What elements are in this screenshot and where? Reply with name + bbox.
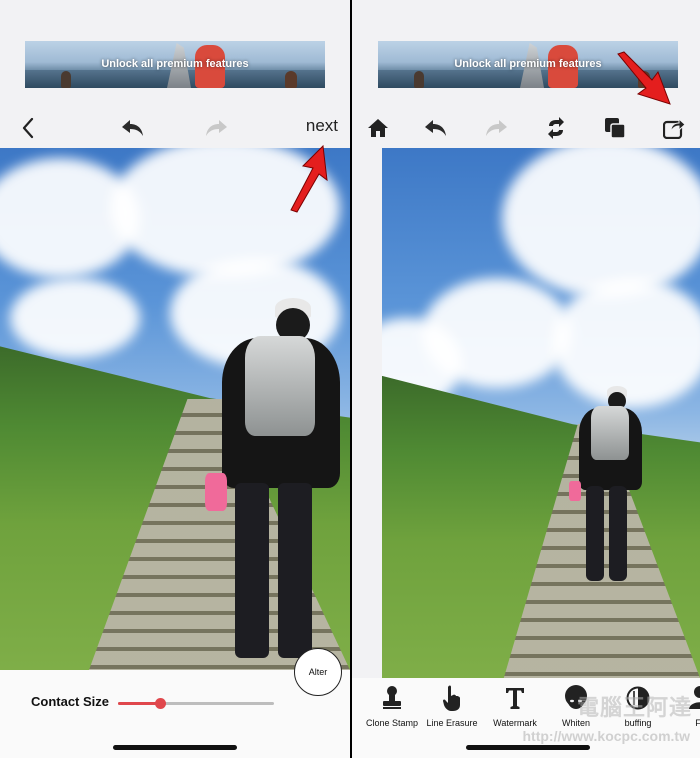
- photo-canvas[interactable]: [382, 148, 700, 678]
- photo-cloud: [10, 278, 140, 358]
- tool-line-erasure[interactable]: Line Erasure: [420, 684, 484, 728]
- back-button[interactable]: [10, 108, 46, 148]
- home-indicator: [466, 745, 590, 750]
- text-t-icon: [506, 688, 524, 709]
- redo-button[interactable]: [478, 108, 514, 148]
- watermark-url: http://www.kocpc.com.tw: [522, 728, 691, 744]
- premium-banner[interactable]: Unlock all premium features: [25, 41, 325, 88]
- banner-figure: [61, 71, 71, 88]
- undo-arrow-icon: [425, 120, 446, 136]
- layers-icon: [605, 118, 626, 139]
- photo-hiker: [567, 386, 647, 586]
- redo-button[interactable]: [198, 108, 234, 148]
- layers-button[interactable]: [597, 108, 633, 148]
- slider-knob[interactable]: [155, 698, 167, 709]
- banner-text: Unlock all premium features: [101, 58, 249, 70]
- chevron-left-icon: [22, 117, 34, 139]
- photo-hiker: [200, 298, 350, 668]
- annotation-arrow-icon: [290, 144, 328, 213]
- redo-arrow-icon: [486, 120, 507, 136]
- slider-fill: [118, 702, 161, 705]
- editor-toolbar: [352, 108, 700, 148]
- banner-figure: [285, 71, 297, 88]
- right-screen: Unlock all premium features Clone Stamp …: [352, 0, 700, 758]
- undo-button[interactable]: [115, 108, 151, 148]
- tool-clone-stamp[interactable]: Clone Stamp: [360, 684, 424, 728]
- tool-label: Line Erasure: [426, 718, 478, 728]
- share-icon: [663, 117, 685, 139]
- undo-arrow-icon: [122, 120, 143, 136]
- editor-toolbar: next: [0, 108, 350, 148]
- tool-watermark[interactable]: Watermark: [483, 684, 547, 728]
- swap-icon: [548, 117, 564, 139]
- home-icon: [368, 119, 388, 137]
- next-button[interactable]: next: [306, 116, 338, 136]
- undo-button[interactable]: [418, 108, 454, 148]
- share-button[interactable]: [656, 108, 692, 148]
- annotation-arrow-icon: [617, 51, 671, 105]
- photo-canvas[interactable]: [0, 148, 350, 670]
- stamp-icon: [383, 686, 401, 709]
- left-screen: Unlock all premium features next Contact…: [0, 0, 350, 758]
- swap-button[interactable]: [538, 108, 574, 148]
- contact-size-label: Contact Size: [31, 694, 110, 709]
- hand-pointer-icon: [443, 685, 460, 711]
- redo-arrow-icon: [206, 120, 227, 136]
- watermark-text: 電腦王阿達: [576, 695, 692, 720]
- home-indicator: [113, 745, 237, 750]
- tool-label: Clone Stamp: [365, 718, 419, 728]
- contact-size-slider[interactable]: [118, 698, 274, 709]
- banner-figure: [414, 71, 424, 88]
- tool-label: Watermark: [493, 718, 537, 728]
- home-button[interactable]: [360, 108, 396, 148]
- alter-button[interactable]: Alter: [294, 648, 342, 696]
